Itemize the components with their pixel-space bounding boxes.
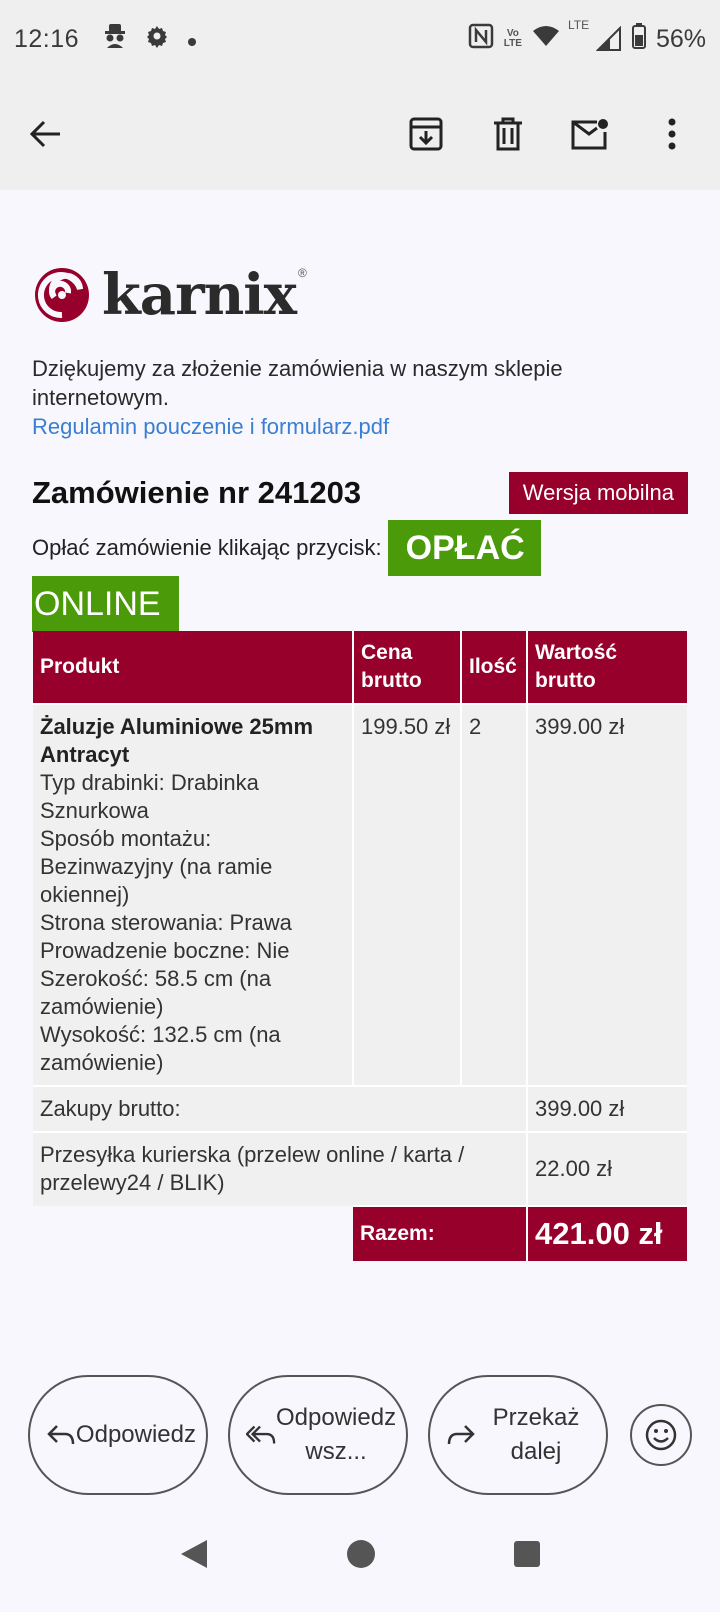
reply-button[interactable]: Odpowiedz xyxy=(28,1375,208,1495)
subtotal-value: 399.00 zł xyxy=(527,1085,687,1132)
forward-label: Przekaż dalej xyxy=(492,1404,580,1465)
header-product: Produkt xyxy=(33,631,354,704)
subtotal-row: Zakupy brutto: 399.00 zł xyxy=(33,1085,687,1132)
arrow-left-icon xyxy=(30,120,60,148)
status-bar: 12:16 Vo LTE LTE 56% xyxy=(0,0,720,78)
pay-prompt: Opłać zamówienie klikając przycisk: xyxy=(32,535,382,560)
system-nav-bar xyxy=(0,1500,720,1612)
reply-all-label: Odpowiedz wsz... xyxy=(276,1404,397,1465)
price-cell: 199.50 zł xyxy=(353,703,462,1086)
subtotal-label: Zakupy brutto: xyxy=(33,1085,528,1132)
wifi-icon xyxy=(532,25,560,54)
email-body: karnix ® Dziękujemy za złożenie zamówien… xyxy=(0,190,720,1370)
volte-icon: Vo LTE xyxy=(503,28,522,49)
intro-block: Dziękujemy za złożenie zamówienia w nasz… xyxy=(32,354,682,441)
header-value: Wartość brutto xyxy=(527,631,687,704)
signal-icon: LTE xyxy=(568,19,622,52)
nav-recents-button[interactable] xyxy=(513,1540,541,1573)
back-button[interactable] xyxy=(22,110,70,158)
circle-home-icon xyxy=(346,1539,375,1568)
emoji-reaction-button[interactable] xyxy=(630,1404,692,1466)
mobile-version-button[interactable]: Wersja mobilna xyxy=(508,472,688,514)
total-label: Razem: xyxy=(353,1205,528,1261)
more-options-button[interactable] xyxy=(646,108,698,160)
reply-icon xyxy=(46,1424,76,1446)
forward-button[interactable]: Przekaż dalej xyxy=(428,1375,608,1495)
more-vert-icon xyxy=(668,118,676,150)
trash-icon xyxy=(494,117,522,151)
order-table: Produkt Cena brutto Ilość Wartość brutto… xyxy=(33,631,687,1261)
value-cell: 399.00 zł xyxy=(527,703,687,1086)
product-detail: Typ drabinki: Drabinka Sznurkowa xyxy=(40,770,259,823)
table-row: Żaluzje Aluminiowe 25mm Antracyt Typ dra… xyxy=(33,703,687,1086)
order-header: Zamówienie nr 241203 Wersja mobilna xyxy=(32,468,688,518)
reply-label: Odpowiedz xyxy=(75,1421,196,1448)
karnix-logo: karnix ® xyxy=(32,262,307,328)
pay-online-button[interactable]: OPŁAĆ xyxy=(387,520,541,576)
logo-registered: ® xyxy=(297,266,307,280)
karnix-spiral-icon xyxy=(35,268,89,322)
reply-all-icon xyxy=(246,1424,276,1446)
settings-icon xyxy=(145,24,169,55)
incognito-icon xyxy=(103,23,127,56)
app-bar xyxy=(0,78,720,190)
product-detail: Prowadzenie boczne: Nie xyxy=(40,938,290,963)
smiley-icon xyxy=(645,1419,677,1451)
product-detail: Strona sterowania: Prawa xyxy=(40,910,292,935)
nav-home-button[interactable] xyxy=(346,1539,376,1574)
order-title: Zamówienie nr 241203 xyxy=(32,475,362,510)
reply-bar: Odpowiedz Odpowiedz wsz... Przekaż dalej xyxy=(0,1370,720,1500)
total-spacer xyxy=(33,1206,353,1261)
table-header-row: Produkt Cena brutto Ilość Wartość brutto xyxy=(33,631,687,704)
qty-cell: 2 xyxy=(461,703,528,1086)
triangle-back-icon xyxy=(180,1539,207,1568)
nfc-icon xyxy=(468,23,494,56)
archive-icon xyxy=(409,117,443,151)
header-price: Cena brutto xyxy=(353,631,462,704)
shipping-value: 22.00 zł xyxy=(527,1131,687,1206)
product-detail: Szerokość: 58.5 cm (na zamówienie) xyxy=(40,966,272,1019)
thank-you-text: Dziękujemy za złożenie zamówienia w nasz… xyxy=(32,356,563,410)
logo-text: karnix xyxy=(102,262,297,328)
reply-all-button[interactable]: Odpowiedz wsz... xyxy=(228,1375,408,1495)
total-value: 421.00 zł xyxy=(527,1205,687,1261)
pay-block: Opłać zamówienie klikając przycisk: OPŁA… xyxy=(32,520,688,632)
product-cell: Żaluzje Aluminiowe 25mm Antracyt Typ dra… xyxy=(33,703,354,1086)
battery-percent: 56% xyxy=(655,24,706,53)
mark-unread-button[interactable] xyxy=(564,108,616,160)
product-detail: Sposób montażu: Bezinwazyjny (na ramie o… xyxy=(40,826,273,907)
nav-back-button[interactable] xyxy=(179,1538,209,1575)
attachment-link[interactable]: Regulamin pouczenie i formularz.pdf xyxy=(32,412,682,441)
pay-online-button-continued[interactable]: ONLINE xyxy=(32,576,179,632)
battery-icon xyxy=(631,22,646,56)
dot-icon xyxy=(187,25,197,54)
mail-unread-icon xyxy=(571,119,608,150)
shipping-label: Przesyłka kurierska (przelew online / ka… xyxy=(33,1131,528,1206)
forward-icon xyxy=(446,1424,476,1446)
header-qty: Ilość xyxy=(461,631,528,704)
status-time: 12:16 xyxy=(14,24,80,53)
square-recents-icon xyxy=(514,1540,541,1567)
delete-button[interactable] xyxy=(482,108,534,160)
total-row: Razem: 421.00 zł xyxy=(33,1205,687,1261)
archive-button[interactable] xyxy=(400,108,452,160)
product-detail: Wysokość: 132.5 cm (na zamówienie) xyxy=(40,1022,281,1075)
shipping-row: Przesyłka kurierska (przelew online / ka… xyxy=(33,1131,687,1206)
product-name: Żaluzje Aluminiowe 25mm Antracyt xyxy=(40,714,314,767)
